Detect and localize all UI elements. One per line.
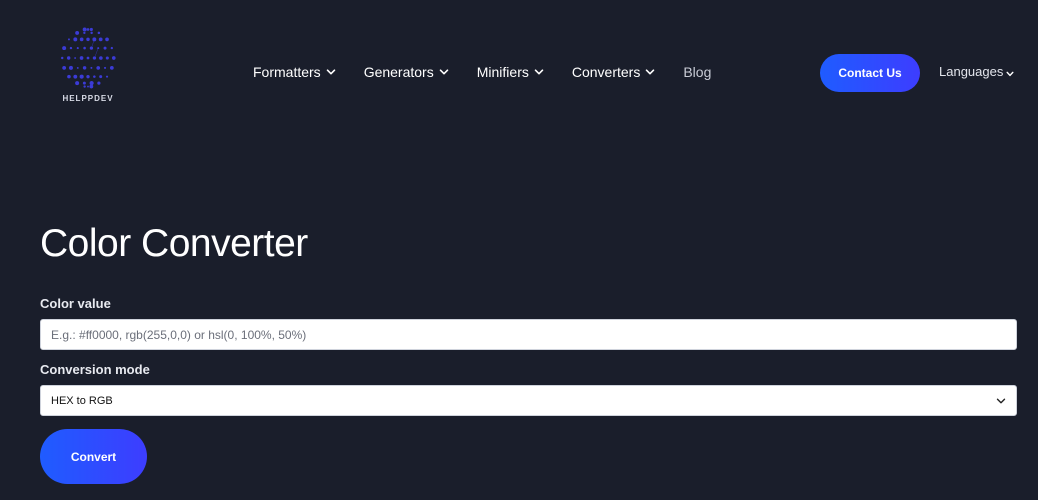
nav-item-label: Blog: [683, 64, 711, 80]
contact-us-button[interactable]: Contact Us: [820, 54, 920, 92]
dot-globe-icon: [56, 26, 120, 90]
conversion-mode-select[interactable]: HEX to RGB: [40, 385, 1017, 416]
nav-item-minifiers[interactable]: Minifiers: [477, 64, 544, 80]
chevron-down-icon: [326, 67, 336, 77]
chevron-down-icon: [1006, 70, 1014, 78]
chevron-down-icon: [645, 67, 655, 77]
nav-item-label: Formatters: [253, 64, 321, 80]
nav-item-blog[interactable]: Blog: [683, 64, 711, 80]
page: HELPPDEV Formatters Generators Minifiers…: [0, 0, 1038, 500]
languages-dropdown[interactable]: Languages: [939, 64, 1014, 79]
chevron-down-icon: [996, 396, 1006, 406]
chevron-down-icon: [534, 67, 544, 77]
nav-item-label: Generators: [364, 64, 434, 80]
color-value-label: Color value: [40, 296, 111, 311]
nav-item-formatters[interactable]: Formatters: [253, 64, 336, 80]
logo[interactable]: HELPPDEV: [52, 26, 124, 108]
color-value-input[interactable]: [40, 319, 1017, 350]
nav-item-label: Minifiers: [477, 64, 529, 80]
languages-label: Languages: [939, 64, 1003, 79]
nav-item-generators[interactable]: Generators: [364, 64, 449, 80]
main-nav: Formatters Generators Minifiers Converte…: [253, 62, 711, 82]
chevron-down-icon: [439, 67, 449, 77]
conversion-mode-label: Conversion mode: [40, 362, 150, 377]
nav-item-label: Converters: [572, 64, 640, 80]
convert-button[interactable]: Convert: [40, 429, 147, 484]
page-title: Color Converter: [40, 222, 308, 266]
brand-name: HELPPDEV: [52, 94, 124, 103]
conversion-mode-value: HEX to RGB: [51, 395, 996, 407]
nav-item-converters[interactable]: Converters: [572, 64, 655, 80]
